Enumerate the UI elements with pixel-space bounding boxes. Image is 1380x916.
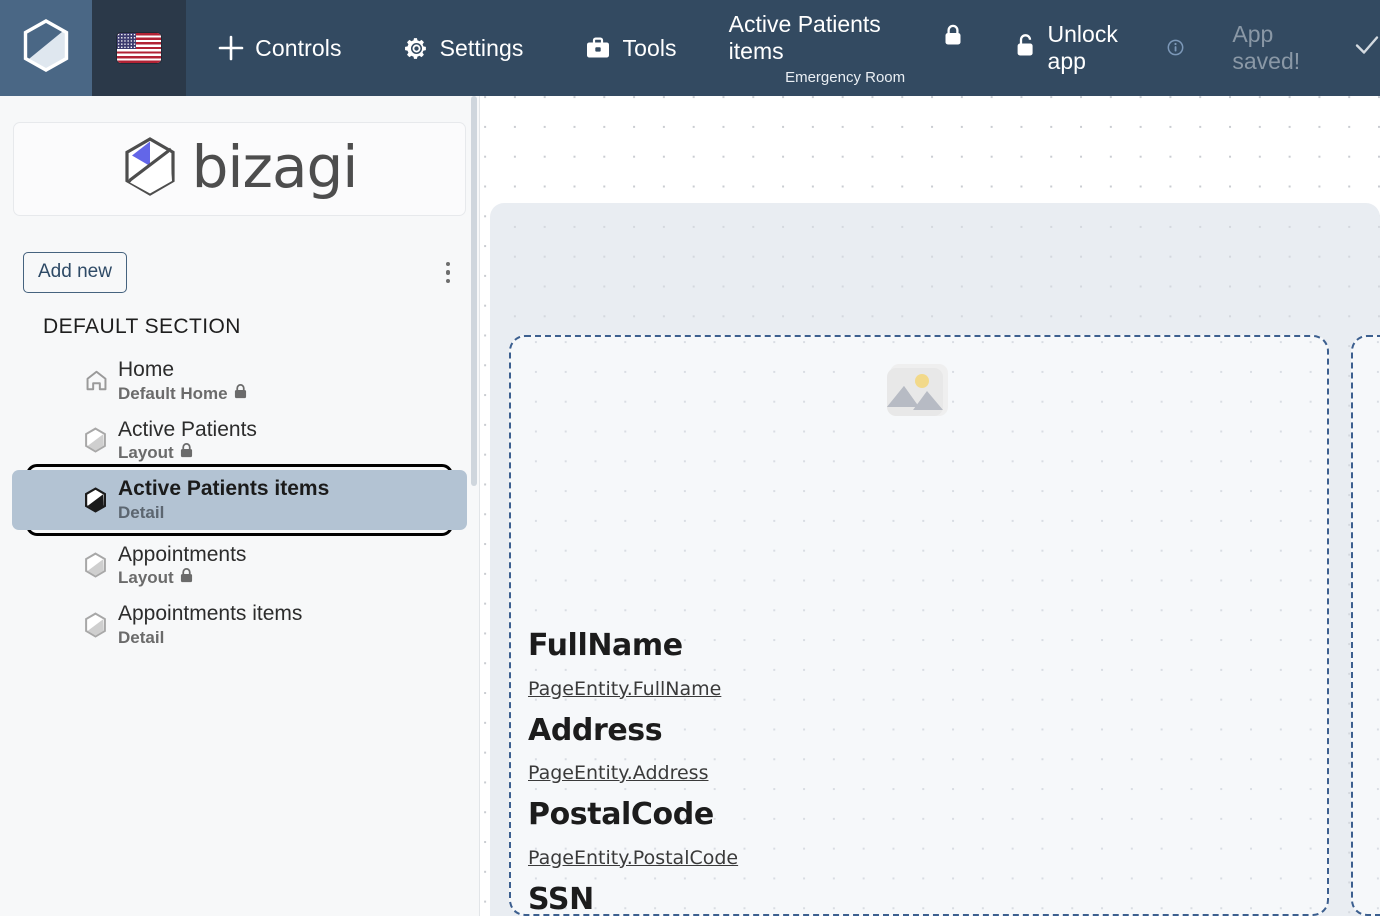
- menu-controls-label: Controls: [255, 34, 342, 61]
- sidebar-item-appointments[interactable]: Appointments Layout: [12, 536, 467, 596]
- us-flag-icon: [116, 33, 161, 63]
- sidebar-item-active-patients-items-label: Active Patients items: [118, 477, 330, 501]
- toolbox-icon: [585, 36, 611, 61]
- check-icon: [1354, 34, 1380, 62]
- form-field-postalcode-label: PostalCode: [528, 797, 714, 832]
- app-saved-label: App saved!: [1232, 21, 1301, 74]
- brand-logo-card: bizagi: [13, 122, 466, 216]
- menu-settings[interactable]: Settings: [390, 0, 538, 96]
- page-title: Active Patients items: [728, 10, 881, 64]
- unlock-app-button[interactable]: Unlock app: [1016, 0, 1185, 96]
- sidebar-scrollbar-track[interactable]: [471, 96, 478, 916]
- design-canvas: Active Patients FullName PageEntity.Full…: [481, 96, 1380, 916]
- lock-closed-icon: [180, 443, 193, 463]
- app-saved-status: App saved!: [1232, 0, 1380, 96]
- left-sidebar: bizagi Add new DEFAULT SECTION Home Defa…: [0, 96, 480, 916]
- sidebar-item-active-patients-items-sub: Detail: [118, 502, 165, 522]
- image-placeholder-icon[interactable]: [886, 363, 952, 418]
- info-circle-icon[interactable]: [1167, 35, 1184, 62]
- form-field-fullname-label: FullName: [528, 628, 683, 663]
- form-field-ssn[interactable]: SSN PageEntity.SSN: [528, 881, 1317, 916]
- sidebar-item-appointments-items-label: Appointments items: [118, 602, 303, 626]
- form-panel-primary[interactable]: FullName PageEntity.FullName Address Pag…: [509, 335, 1329, 916]
- menu-tools[interactable]: Tools: [571, 0, 690, 96]
- sidebar-item-appointments-items[interactable]: Appointments items Detail: [12, 595, 467, 655]
- brand-wordmark: bizagi: [191, 133, 359, 201]
- sidebar-item-appointments-label: Appointments: [118, 542, 247, 566]
- sidebar-item-active-patients[interactable]: Active Patients Layout: [12, 411, 467, 471]
- lock-closed-icon: [944, 24, 962, 51]
- sidebar-item-active-patients-sub: Layout: [118, 443, 257, 463]
- menu-settings-label: Settings: [439, 34, 524, 61]
- lock-open-icon: [1016, 33, 1037, 64]
- gear-icon: [404, 36, 429, 61]
- form-panel-secondary[interactable]: [1351, 335, 1380, 916]
- sidebar-item-appointments-items-sub: Detail: [118, 627, 165, 647]
- toolbar-menu-group: Controls Settings Tools: [204, 0, 691, 96]
- app-logo-button[interactable]: [0, 0, 92, 96]
- language-selector-button[interactable]: [91, 0, 187, 96]
- form-field-ssn-label: SSN: [528, 881, 594, 916]
- bizagi-hexagon-logo: [122, 136, 178, 203]
- form-field-fullname-binding[interactable]: PageEntity.FullName: [528, 678, 721, 700]
- home-icon: [84, 368, 109, 393]
- sidebar-item-home[interactable]: Home Default Home: [12, 351, 467, 411]
- sidebar-item-home-sub: Default Home: [118, 384, 247, 404]
- form-field-postalcode-binding[interactable]: PageEntity.PostalCode: [528, 847, 738, 869]
- current-page-indicator[interactable]: Active Patients items Emergency Room: [729, 0, 962, 96]
- sidebar-item-active-patients-items[interactable]: Active Patients items Detail: [12, 470, 467, 530]
- unlock-app-label: Unlock app: [1047, 21, 1118, 74]
- page-hexagon-icon: [84, 552, 107, 578]
- canvas-drop-area[interactable]: FullName PageEntity.FullName Address Pag…: [490, 203, 1380, 916]
- page-hexagon-icon: [84, 427, 107, 453]
- lock-closed-icon: [180, 568, 193, 588]
- page-hexagon-icon: [84, 487, 107, 513]
- form-field-postalcode[interactable]: PostalCode PageEntity.PostalCode: [528, 796, 1317, 869]
- menu-tools-label: Tools: [622, 34, 677, 61]
- lock-closed-icon: [234, 383, 247, 404]
- form-fields-list: FullName PageEntity.FullName Address Pag…: [528, 627, 1317, 916]
- plus-icon: [218, 35, 244, 61]
- menu-controls[interactable]: Controls: [204, 0, 355, 96]
- sidebar-scrollbar-thumb[interactable]: [471, 96, 477, 486]
- kebab-menu-icon[interactable]: [441, 257, 456, 289]
- form-field-address-label: Address: [528, 712, 663, 748]
- sidebar-item-active-patients-label: Active Patients: [118, 417, 257, 441]
- section-title: DEFAULT SECTION: [43, 315, 241, 338]
- bizagi-hexagon-icon: [22, 19, 70, 77]
- form-field-address-binding[interactable]: PageEntity.Address: [528, 762, 708, 784]
- form-field-fullname[interactable]: FullName PageEntity.FullName: [528, 627, 1317, 700]
- sidebar-item-appointments-sub: Layout: [118, 568, 246, 588]
- panel-grid-dots: [1353, 337, 1380, 914]
- sidebar-actions-row: Add new: [0, 252, 479, 293]
- sidebar-item-home-label: Home: [118, 358, 175, 381]
- page-subtitle: Emergency Room: [785, 68, 906, 86]
- add-new-button[interactable]: Add new: [23, 252, 127, 293]
- form-field-address[interactable]: Address PageEntity.Address: [528, 712, 1317, 785]
- sidebar-nav-list: Home Default Home Active Patients Layout…: [0, 351, 479, 655]
- top-toolbar: Controls Settings Tools Active Patients …: [0, 0, 1380, 96]
- page-hexagon-icon: [84, 612, 107, 638]
